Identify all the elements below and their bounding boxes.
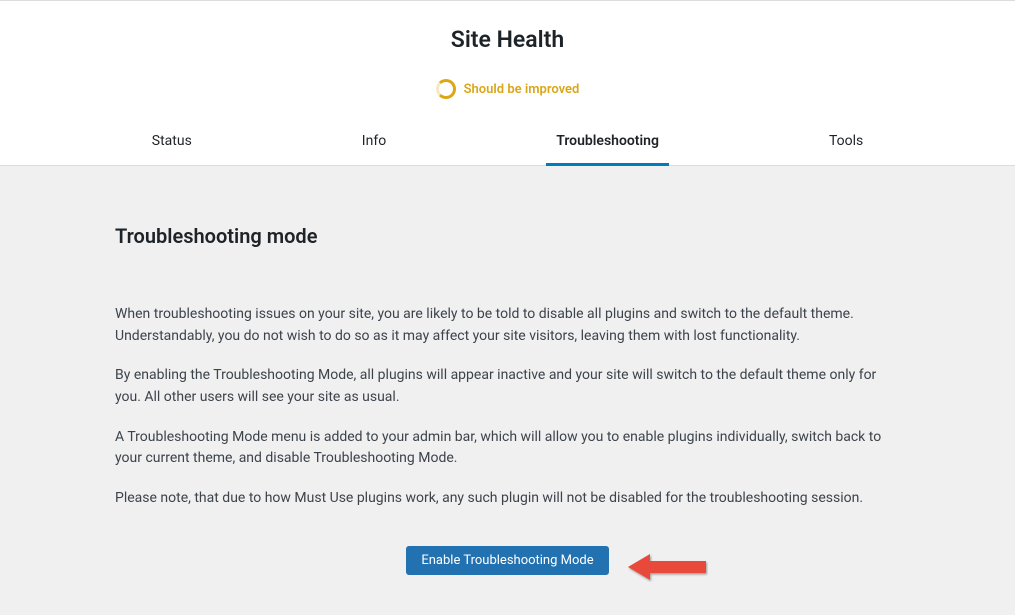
status-spinner-icon xyxy=(436,79,456,99)
tab-troubleshooting[interactable]: Troubleshooting xyxy=(546,121,669,166)
paragraph: By enabling the Troubleshooting Mode, al… xyxy=(115,365,900,408)
health-status: Should be improved xyxy=(0,61,1015,121)
button-row: Enable Troubleshooting Mode xyxy=(115,528,900,575)
tab-status[interactable]: Status xyxy=(142,121,202,166)
paragraph: When troubleshooting issues on your site… xyxy=(115,304,900,347)
tab-tools[interactable]: Tools xyxy=(819,121,873,166)
content-region: Troubleshooting mode When troubleshootin… xyxy=(0,166,1015,615)
page-title: Site Health xyxy=(0,16,1015,61)
header-region: Site Health Should be improved Status In… xyxy=(0,0,1015,166)
section-title: Troubleshooting mode xyxy=(115,224,900,248)
tab-info[interactable]: Info xyxy=(352,121,396,166)
paragraph: Please note, that due to how Must Use pl… xyxy=(115,488,900,510)
enable-troubleshooting-button[interactable]: Enable Troubleshooting Mode xyxy=(406,546,608,575)
status-label: Should be improved xyxy=(464,82,580,97)
tabs-nav: Status Info Troubleshooting Tools xyxy=(0,121,1015,165)
paragraph: A Troubleshooting Mode menu is added to … xyxy=(115,427,900,470)
annotation-arrow-icon xyxy=(628,552,708,582)
